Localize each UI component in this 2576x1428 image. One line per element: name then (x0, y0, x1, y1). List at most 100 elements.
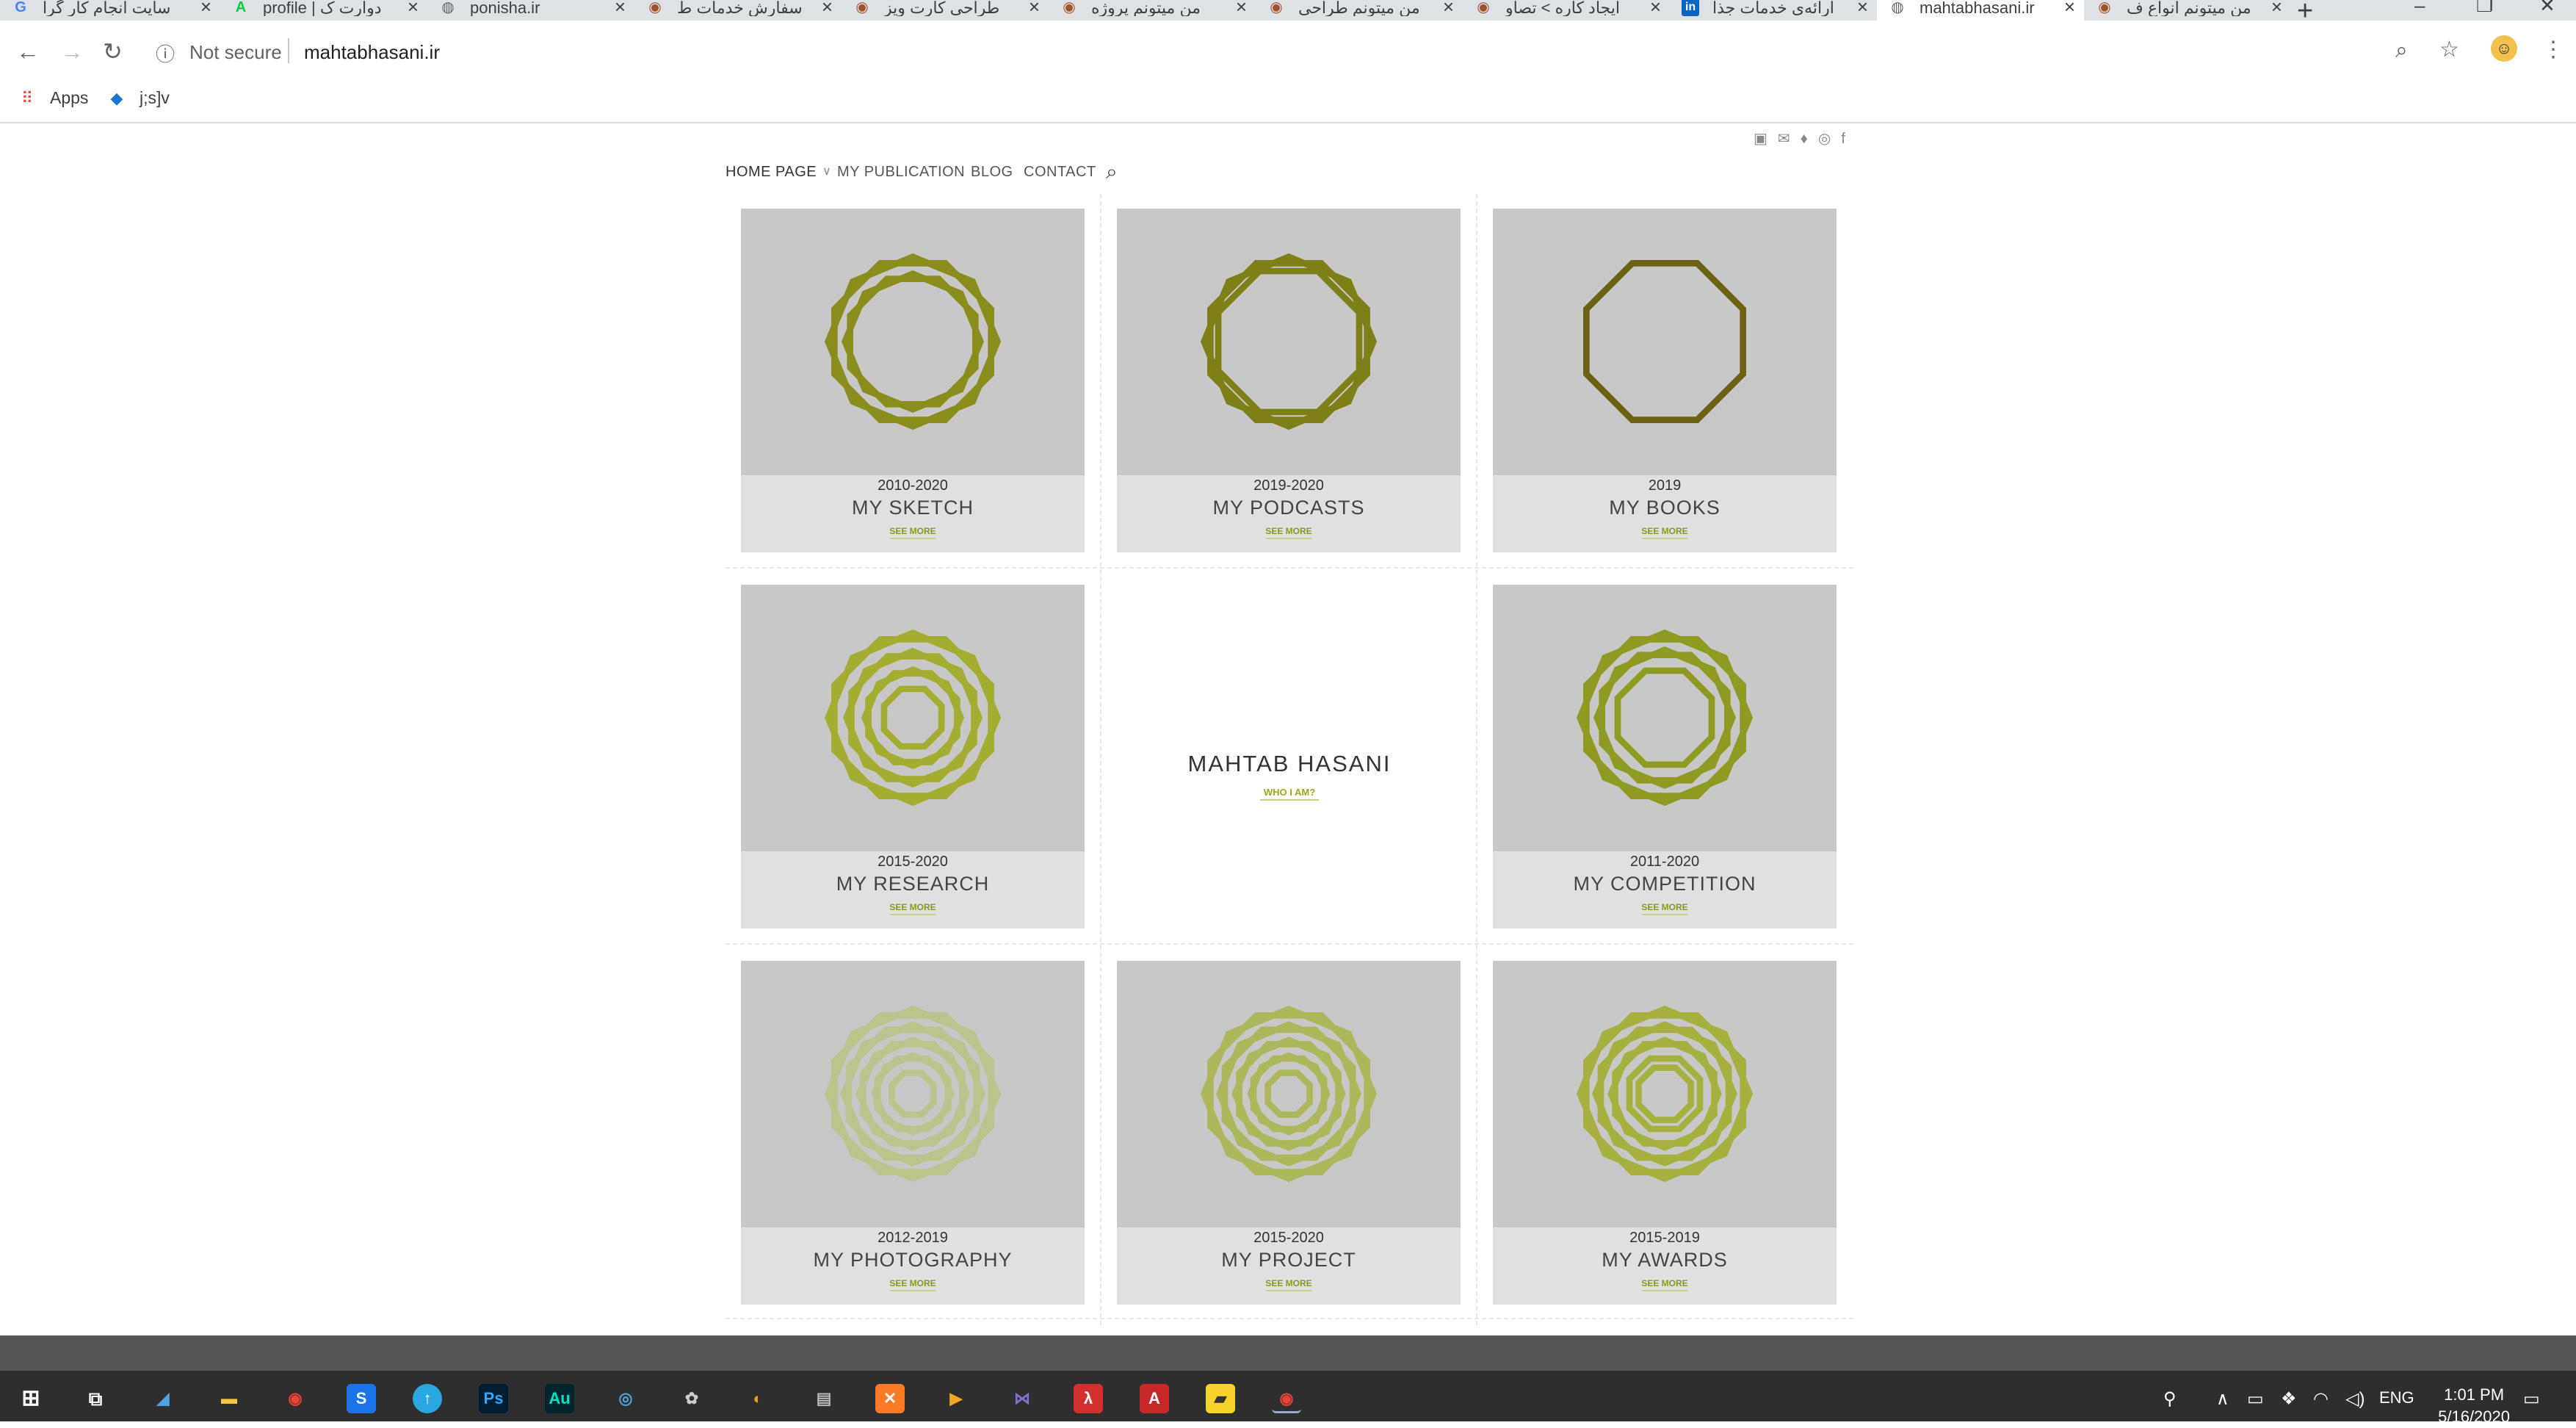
app-icon[interactable]: ▤ (809, 1384, 839, 1413)
chrome-icon[interactable]: ◉ (1272, 1384, 1301, 1413)
mail-icon[interactable]: ✉ (1778, 131, 1801, 147)
app-icon[interactable]: ✿ (677, 1384, 706, 1413)
close-icon[interactable]: × (1857, 0, 1868, 16)
xampp-icon[interactable]: ✕ (875, 1384, 905, 1413)
browser-tab[interactable]: ◍ ponisha.ir × (427, 0, 634, 21)
app-icon[interactable]: ◢ (148, 1384, 178, 1413)
browser-tab[interactable]: ◉ من میتونم انواع ف × (2084, 0, 2291, 21)
bookmark-item[interactable]: ◆ j;s]v (107, 87, 170, 109)
card-awards[interactable]: 2015-2019 MY AWARDS SEE MORE (1493, 961, 1837, 1305)
back-button[interactable]: ← (16, 37, 40, 66)
forward-button[interactable]: → (60, 37, 84, 66)
media-player-icon[interactable]: ▶ (941, 1384, 971, 1413)
address-bar[interactable]: ⓘ Not secure mahtabhasani.ir (140, 29, 2431, 79)
dropbox-icon[interactable]: ❖ (2281, 1388, 2297, 1410)
photoshop-icon[interactable]: Ps (479, 1384, 508, 1413)
browser-tab[interactable]: in ارائه‌ی خدمات جذا × (1670, 0, 1877, 21)
close-icon[interactable]: × (1650, 0, 1661, 16)
sticky-notes-icon[interactable]: ▰ (1206, 1384, 1235, 1413)
battery-icon[interactable]: ▭ (2247, 1388, 2264, 1410)
language-indicator[interactable]: ENG (2379, 1388, 2414, 1407)
browser-tab-active[interactable]: ◍ mahtabhasani.ir × (1877, 0, 2084, 21)
card-photography[interactable]: 2012-2019 MY PHOTOGRAPHY SEE MORE (741, 961, 1085, 1305)
acrobat-icon[interactable]: λ (1074, 1384, 1103, 1413)
restore-button[interactable]: ❐ (2476, 0, 2493, 17)
see-more-link[interactable]: SEE MORE (741, 1278, 1085, 1291)
nav-contact[interactable]: CONTACT (1024, 157, 1096, 187)
windows-start-icon[interactable]: ⊞ (16, 1384, 46, 1413)
visual-studio-icon[interactable]: ⋈ (1007, 1384, 1037, 1413)
card-title: MY AWARDS (1602, 1249, 1728, 1271)
who-am-i-link[interactable]: WHO I AM? (1101, 787, 1477, 801)
linkedin-icon[interactable]: ▣ (1754, 131, 1778, 147)
notifications-icon[interactable]: ▭ (2523, 1388, 2540, 1410)
browser-tab[interactable]: ◉ طراحی کارت ویز × (842, 0, 1049, 21)
see-more-link[interactable]: SEE MORE (1493, 526, 1837, 539)
clock[interactable]: 1:01 PM 5/16/2020 (2438, 1384, 2510, 1428)
close-icon[interactable]: × (2271, 0, 2282, 16)
browser-tab[interactable]: ◉ ایجاد کاره > تصاو × (1463, 0, 1670, 21)
autocad-icon[interactable]: A (1140, 1384, 1169, 1413)
close-window-button[interactable]: ✕ (2539, 0, 2555, 17)
close-icon[interactable]: × (615, 0, 626, 16)
card-sketch[interactable]: 2010-2020 MY SKETCH SEE MORE (741, 209, 1085, 552)
app-icon[interactable]: ◐ (743, 1384, 773, 1413)
card-research[interactable]: 2015-2020 MY RESEARCH SEE MORE (741, 585, 1085, 928)
nav-home[interactable]: HOME PAGE (726, 157, 817, 187)
close-icon[interactable]: × (2064, 0, 2075, 16)
nav-blog[interactable]: BLOG (971, 157, 1013, 187)
see-more-link[interactable]: SEE MORE (1117, 526, 1461, 539)
tab-label: ponisha.ir (470, 0, 540, 16)
app-icon[interactable]: S (347, 1384, 376, 1413)
browser-tab[interactable]: ◉ سفارش خدمات ط × (634, 0, 842, 21)
app-icon[interactable]: ↑ (413, 1384, 442, 1413)
close-icon[interactable]: × (200, 0, 211, 16)
audition-icon[interactable]: Au (545, 1384, 574, 1413)
app-icon[interactable]: ◎ (611, 1384, 640, 1413)
facebook-icon[interactable]: f (1841, 131, 1856, 147)
people-icon[interactable]: ⚲ (2163, 1388, 2177, 1410)
file-explorer-icon[interactable]: ▬ (214, 1384, 244, 1413)
zoom-icon[interactable]: ⌕ (2395, 38, 2408, 63)
browser-tab[interactable]: ◉ من میتونم پروژه × (1049, 0, 1256, 21)
octagon-ring (889, 1070, 937, 1118)
close-icon[interactable]: × (822, 0, 833, 16)
info-icon[interactable]: ⓘ (156, 40, 175, 67)
minimize-button[interactable]: – (2414, 0, 2425, 17)
browser-tab[interactable]: ◉ من میتونم طراحی × (1256, 0, 1463, 21)
wifi-icon[interactable]: ◠ (2313, 1388, 2329, 1410)
instagram-icon[interactable]: ◎ (1818, 131, 1841, 147)
search-icon[interactable]: ⌕ (1106, 157, 1118, 187)
twitter-icon[interactable]: ♦ (1801, 131, 1818, 147)
close-icon[interactable]: × (1029, 0, 1040, 16)
profile-avatar[interactable]: ☺ (2491, 35, 2517, 62)
octagon-ring (1576, 629, 1754, 807)
close-icon[interactable]: × (1236, 0, 1247, 16)
see-more-link[interactable]: SEE MORE (1493, 1278, 1837, 1291)
nav-publication[interactable]: MY PUBLICATION (837, 157, 965, 187)
menu-icon[interactable]: ⋮ (2542, 37, 2564, 62)
card-thumbnail (1117, 209, 1461, 475)
star-icon[interactable]: ☆ (2439, 37, 2459, 62)
octagon-ring (880, 685, 945, 750)
card-books[interactable]: 2019 MY BOOKS SEE MORE (1493, 209, 1837, 552)
browser-tab[interactable]: G سایت انجام کار گرا × (0, 0, 220, 21)
bookmark-apps[interactable]: ⠿ Apps (18, 87, 89, 109)
see-more-link[interactable]: SEE MORE (1117, 1278, 1461, 1291)
url-text[interactable]: mahtabhasani.ir (304, 41, 440, 64)
chevron-up-icon[interactable]: ∧ (2216, 1388, 2229, 1410)
card-competition[interactable]: 2011-2020 MY COMPETITION SEE MORE (1493, 585, 1837, 928)
reload-button[interactable]: ↻ (103, 37, 123, 66)
task-view-icon[interactable]: ⧉ (81, 1384, 110, 1413)
see-more-link[interactable]: SEE MORE (741, 526, 1085, 539)
close-icon[interactable]: × (1443, 0, 1454, 16)
card-podcasts[interactable]: 2019-2020 MY PODCASTS SEE MORE (1117, 209, 1461, 552)
volume-icon[interactable]: ◁) (2345, 1388, 2365, 1410)
card-years: 2015-2020 (878, 854, 948, 870)
see-more-link[interactable]: SEE MORE (1493, 902, 1837, 915)
close-icon[interactable]: × (408, 0, 419, 16)
chrome-icon[interactable]: ◉ (281, 1384, 310, 1413)
card-project[interactable]: 2015-2020 MY PROJECT SEE MORE (1117, 961, 1461, 1305)
browser-tab[interactable]: Aprofile | دوارت ک × (220, 0, 427, 21)
see-more-link[interactable]: SEE MORE (741, 902, 1085, 915)
